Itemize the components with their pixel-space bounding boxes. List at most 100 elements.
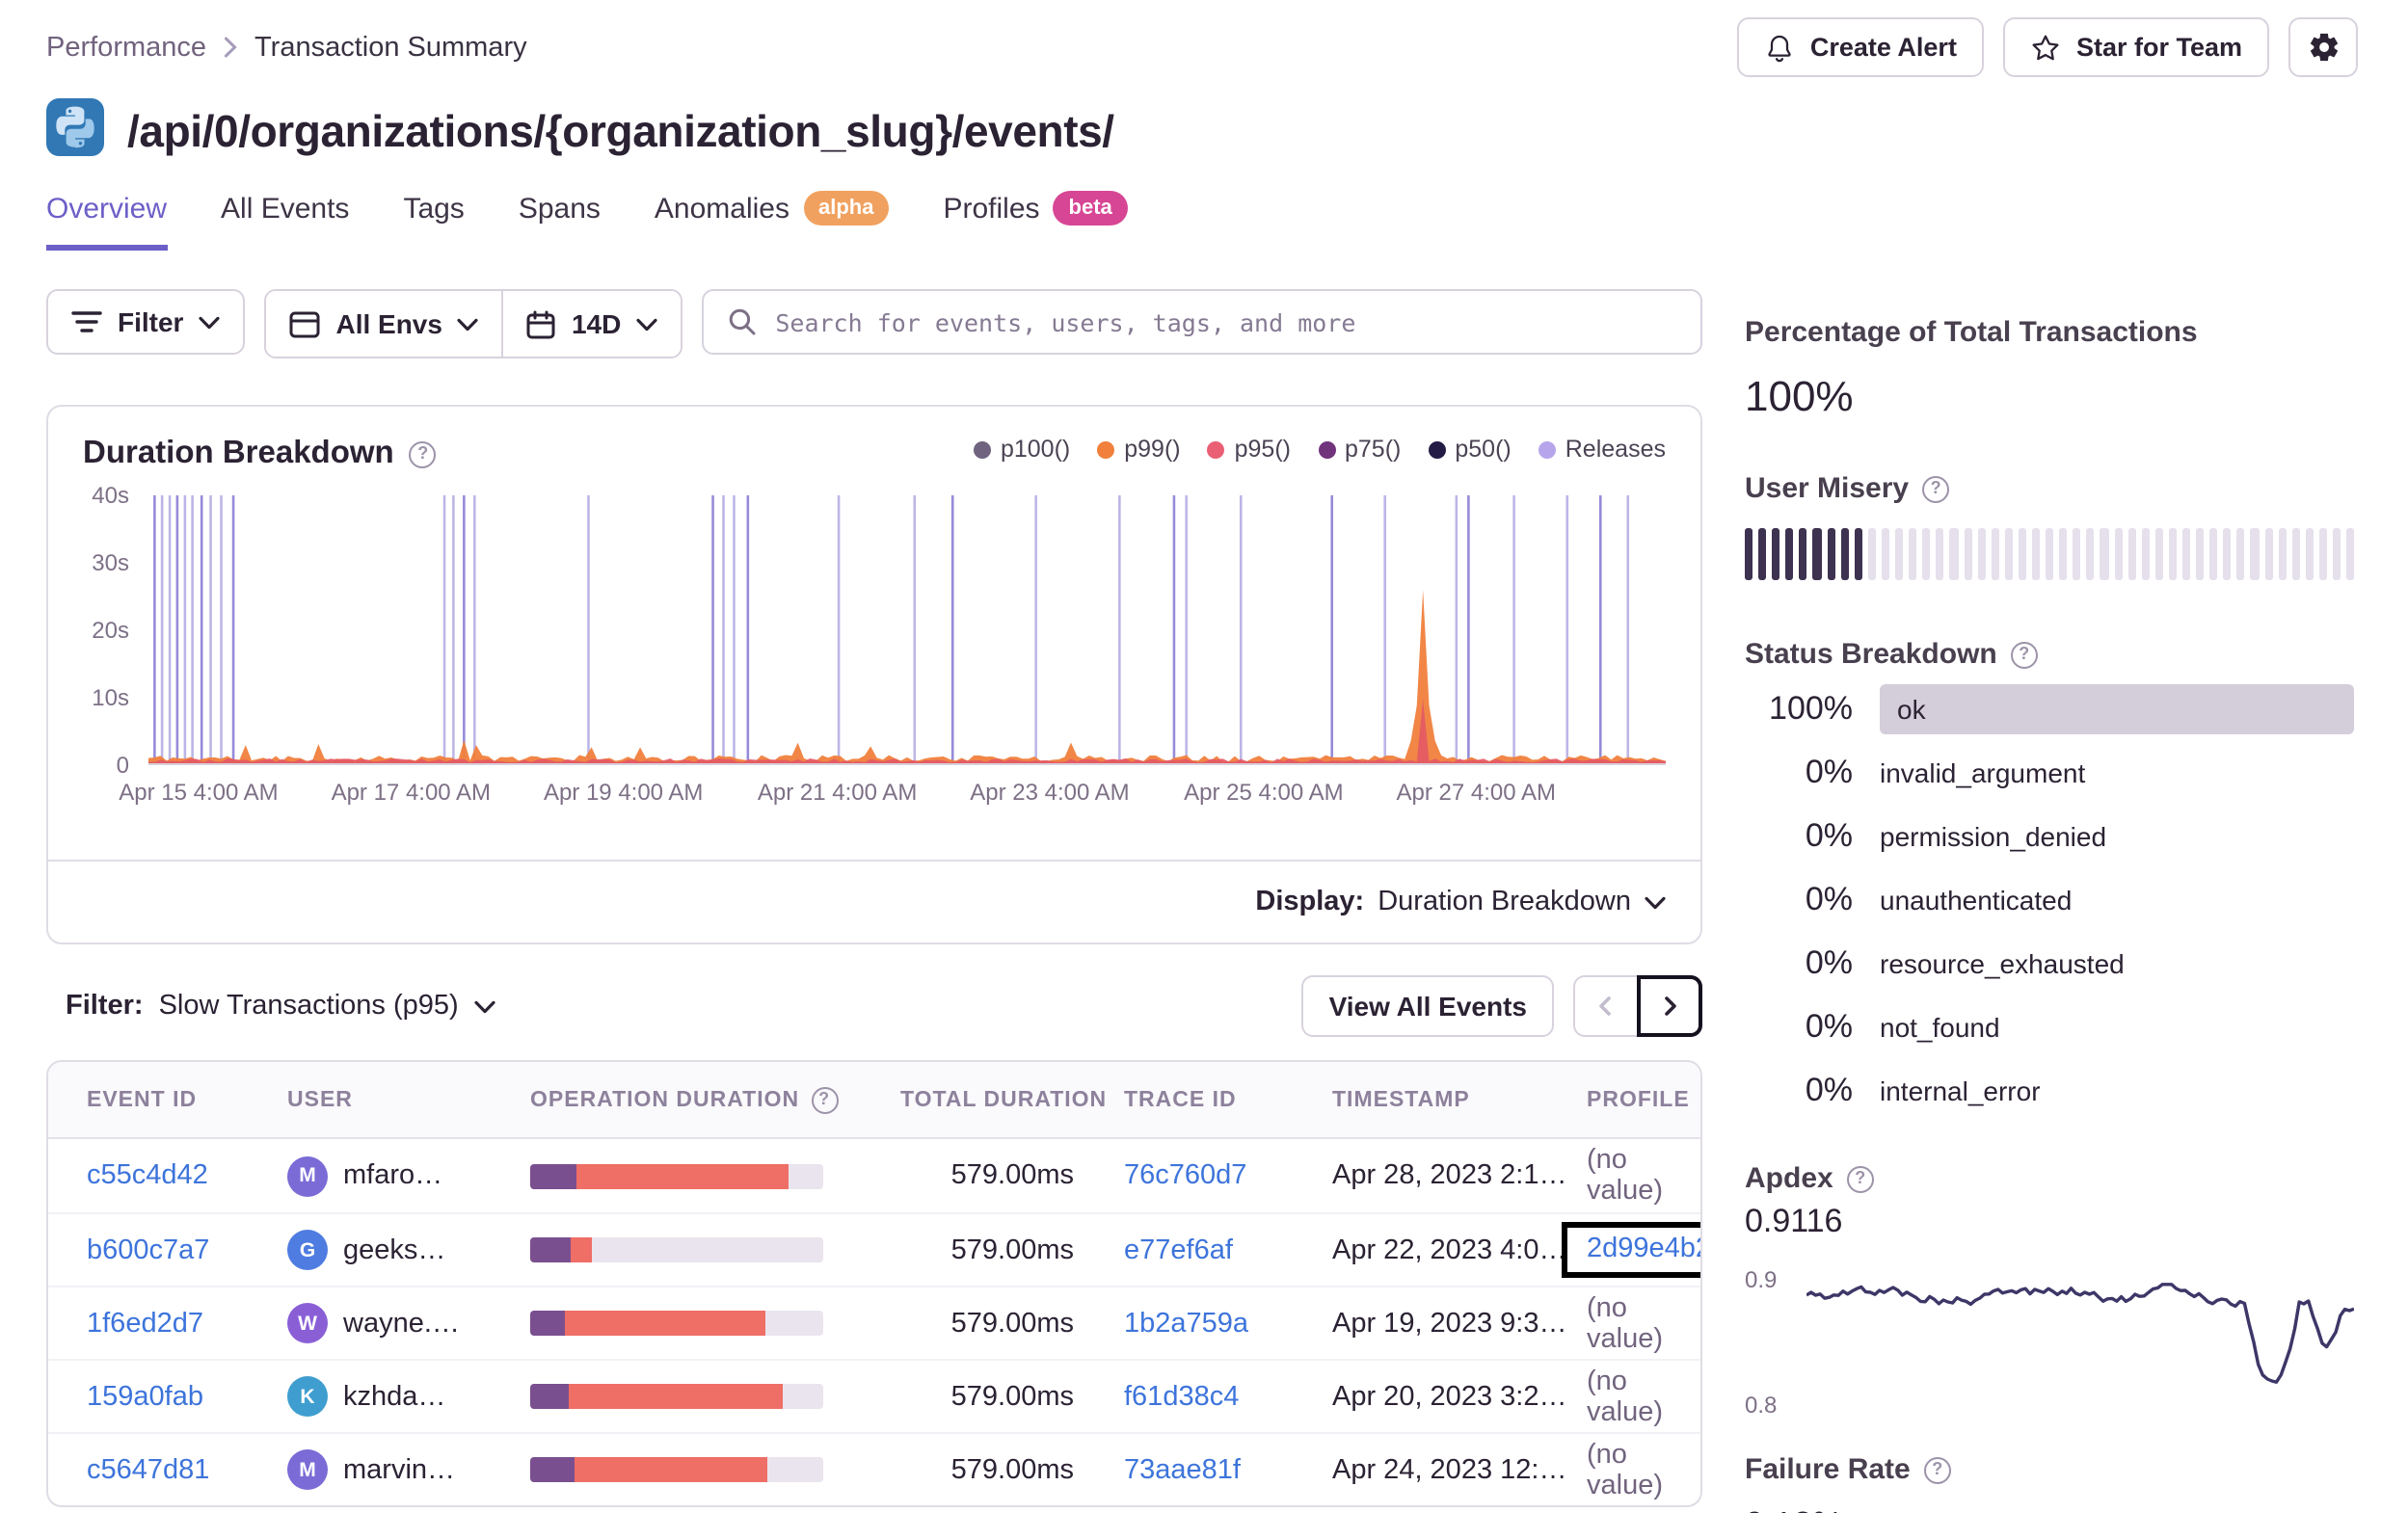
- column-header-label: Event ID: [87, 1088, 198, 1112]
- legend-p50[interactable]: p50(): [1428, 436, 1512, 463]
- cell-profile: (no value): [1587, 1145, 1673, 1207]
- legend-p75[interactable]: p75(): [1318, 436, 1401, 463]
- help-icon[interactable]: ?: [811, 1086, 839, 1114]
- op-segment-db: [530, 1163, 577, 1189]
- legend-releases[interactable]: Releases: [1538, 436, 1666, 463]
- misery-bar: [1840, 528, 1849, 581]
- tab-profiles[interactable]: Profiles beta: [943, 191, 1128, 251]
- table-row: c5647d81 Mmarvin… 579.00ms 73aae81f Apr 24, …: [48, 1432, 1700, 1505]
- user-name: kzhda…: [343, 1381, 446, 1413]
- misery-bar: [2291, 528, 2300, 581]
- breadcrumb-performance[interactable]: Performance: [46, 32, 206, 63]
- content-layout: Filter All Envs 14D Search for events, u…: [46, 289, 2355, 1513]
- x-tick-label: Apr 23 4:00 AM: [970, 779, 1130, 807]
- trace-id-link[interactable]: e77ef6af: [1124, 1234, 1233, 1265]
- column-header-total-duration: Total Duration: [900, 1088, 1124, 1111]
- header-actions: Create Alert Star for Team: [1736, 17, 2358, 77]
- misery-bar: [2018, 528, 2026, 581]
- misery-bar: [1827, 528, 1835, 581]
- tab-overview[interactable]: Overview: [46, 191, 168, 252]
- trace-id-link[interactable]: f61d38c4: [1124, 1381, 1239, 1412]
- star-for-team-button[interactable]: Star for Team: [2002, 17, 2269, 77]
- view-all-events-label: View All Events: [1328, 991, 1527, 1022]
- table-row: 1f6ed2d7 Wwayne.… 579.00ms 1b2a759a Apr 19, …: [48, 1286, 1700, 1359]
- event-id-link[interactable]: c5647d81: [87, 1454, 209, 1485]
- legend-label: Releases: [1565, 436, 1666, 464]
- tab-anomalies[interactable]: Anomalies alpha: [655, 191, 890, 251]
- column-header-label: Timestamp: [1332, 1088, 1470, 1112]
- chevron-down-icon[interactable]: [1645, 895, 1666, 909]
- misery-bar: [2223, 528, 2232, 581]
- trace-id-link[interactable]: 73aae81f: [1124, 1454, 1241, 1485]
- total-transactions-value: 100%: [1745, 372, 1854, 421]
- cell-total-duration: 579.00ms: [950, 1160, 1074, 1192]
- x-tick-label: Apr 19 4:00 AM: [543, 779, 704, 807]
- legend-p99[interactable]: p99(): [1097, 436, 1181, 463]
- filter-dropdown[interactable]: Filter: [46, 289, 246, 356]
- cell-trace-id: 1b2a759a: [1124, 1308, 1332, 1339]
- misery-bar: [1812, 528, 1822, 581]
- duration-panel-title-group: Duration Breakdown ?: [83, 436, 437, 472]
- user-avatar: K: [287, 1376, 328, 1418]
- trace-id-link[interactable]: 76c760d7: [1124, 1160, 1246, 1191]
- total-transactions-title: Percentage of Total Transactions: [1745, 316, 2354, 349]
- tab-label: Profiles: [943, 192, 1040, 226]
- legend-p95[interactable]: p95(): [1207, 436, 1291, 463]
- plot-column: Apr 15 4:00 AM Apr 17 4:00 AM Apr 19 4:00 …: [119, 495, 1666, 825]
- environment-label: All Envs: [335, 308, 442, 340]
- date-range-selector[interactable]: 14D: [501, 291, 682, 358]
- cell-timestamp: Apr 22, 2023 4:0…: [1332, 1234, 1567, 1266]
- help-icon[interactable]: ?: [409, 440, 437, 468]
- pagination-next-button[interactable]: [1637, 975, 1702, 1038]
- column-header-label: Total Duration: [900, 1088, 1108, 1112]
- misery-bar: [2059, 528, 2068, 581]
- status-label: unauthenticated: [1880, 885, 2073, 916]
- legend-p100[interactable]: p100(): [973, 436, 1070, 463]
- search-input[interactable]: [775, 307, 1677, 337]
- tab-all-events[interactable]: All Events: [221, 191, 349, 251]
- create-alert-button[interactable]: Create Alert: [1736, 17, 1984, 77]
- section-failure-rate: Failure Rate ? 0.12%: [1745, 1453, 2354, 1513]
- tab-tags[interactable]: Tags: [403, 191, 464, 251]
- misery-bar: [1922, 528, 1931, 581]
- cell-profile: (no value): [1587, 1366, 1673, 1427]
- display-value[interactable]: Duration Breakdown: [1378, 887, 1631, 917]
- cell-operation-duration: [530, 1237, 900, 1263]
- user-misery-title: User Misery ?: [1745, 472, 2354, 505]
- op-segment-db: [530, 1384, 569, 1410]
- duration-chart-wrap: 40s 30s 20s 10s 0 Apr 15 4:00 AM Apr 17 4:00 …: [48, 472, 1700, 825]
- duration-chart[interactable]: [148, 495, 1666, 766]
- column-header-label: Operation Duration: [530, 1088, 800, 1112]
- event-id-link[interactable]: 1f6ed2d7: [87, 1308, 203, 1339]
- pagination-previous-button[interactable]: [1573, 975, 1639, 1038]
- help-icon[interactable]: ?: [2010, 641, 2038, 669]
- op-segment-http: [571, 1237, 592, 1263]
- misery-bar: [1785, 528, 1794, 581]
- help-icon[interactable]: ?: [1923, 1456, 1951, 1484]
- cell-operation-duration: [530, 1311, 900, 1337]
- trace-id-link[interactable]: 1b2a759a: [1124, 1308, 1248, 1339]
- y-tick-label: 30s: [92, 549, 129, 577]
- event-id-link[interactable]: c55c4d42: [87, 1160, 208, 1191]
- misery-bar: [2305, 528, 2314, 581]
- tab-spans[interactable]: Spans: [519, 191, 601, 251]
- x-tick-label: Apr 27 4:00 AM: [1396, 779, 1556, 807]
- transactions-filter-dropdown[interactable]: Filter: Slow Transactions (p95): [46, 991, 495, 1022]
- cell-total-duration: 579.00ms: [950, 1381, 1074, 1413]
- environment-selector[interactable]: All Envs: [266, 291, 502, 358]
- x-axis: Apr 15 4:00 AM Apr 17 4:00 AM Apr 19 4:00 …: [119, 779, 1666, 825]
- section-user-misery: User Misery ?: [1745, 472, 2355, 581]
- operation-duration-bar: [530, 1163, 823, 1189]
- help-icon[interactable]: ?: [1846, 1165, 1874, 1193]
- settings-button[interactable]: [2288, 17, 2358, 77]
- table-row: c55c4d42 Mmfaro… 579.00ms 76c760d7 Apr 28, 2…: [48, 1139, 1700, 1212]
- column-header-event-id: Event ID: [87, 1088, 287, 1111]
- event-id-link[interactable]: 159a0fab: [87, 1381, 203, 1412]
- status-row-permission-denied: 0% permission_denied: [1745, 811, 2354, 862]
- legend-dot: [1538, 440, 1556, 459]
- view-all-events-button[interactable]: View All Events: [1301, 975, 1554, 1038]
- status-label: resource_exhausted: [1880, 948, 2125, 980]
- profile-link[interactable]: 2d99e4b2: [1587, 1234, 1700, 1264]
- help-icon[interactable]: ?: [1922, 475, 1950, 503]
- event-id-link[interactable]: b600c7a7: [87, 1234, 209, 1265]
